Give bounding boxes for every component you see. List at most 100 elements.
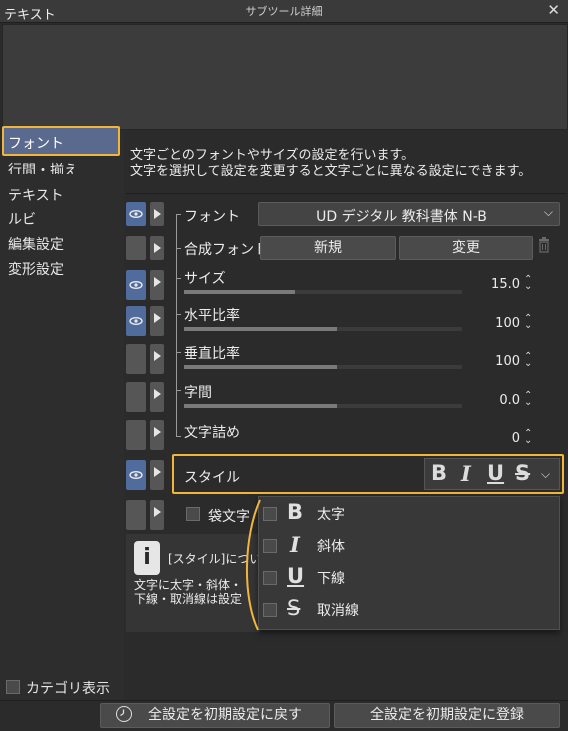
menu-item-strikethrough-label: 取消線 xyxy=(317,603,359,619)
category-item-line-spacing[interactable]: 行間・揃え xyxy=(8,160,78,174)
vertical-ratio-value[interactable]: 100 xyxy=(460,354,520,369)
size-expand-arrow[interactable] xyxy=(150,270,164,300)
description-line-1: 文字ごとのフォントやサイズの設定を行います。 xyxy=(130,148,415,163)
chevron-down-icon[interactable]: ⌵ xyxy=(541,467,550,482)
divider xyxy=(126,193,566,194)
horizontal-ratio-value[interactable]: 100 xyxy=(460,316,520,331)
horizontal-ratio-spinner[interactable]: ⌃ ⌄ xyxy=(524,314,532,331)
reset-all-button[interactable]: 全設定を初期設定に戻す xyxy=(100,703,330,728)
trash-icon[interactable] xyxy=(538,237,550,257)
preview-area xyxy=(2,24,568,130)
menu-item-underline-label: 下線 xyxy=(317,571,345,587)
tree-branch xyxy=(176,390,181,391)
style-visibility-toggle[interactable] xyxy=(126,460,146,490)
composite-font-expand-arrow[interactable] xyxy=(150,236,164,260)
size-label: サイズ xyxy=(184,271,226,287)
kerning-expand-arrow[interactable] xyxy=(150,420,164,450)
size-visibility-toggle[interactable] xyxy=(126,270,146,300)
underline-icon: U xyxy=(287,564,305,588)
bold-icon: B xyxy=(287,500,304,524)
font-select[interactable]: UD デジタル 教科書体 N-B ⌵ xyxy=(258,202,560,226)
spacing-slider-fill xyxy=(184,404,337,408)
menu-item-underline[interactable]: U 下線 xyxy=(259,561,559,593)
register-default-button[interactable]: 全設定を初期設定に登録 xyxy=(334,703,560,728)
vertical-ratio-spinner[interactable]: ⌃ ⌄ xyxy=(524,352,532,369)
category-item-ruby[interactable]: ルビ xyxy=(8,209,36,229)
close-icon[interactable]: ✕ xyxy=(547,1,560,19)
window-title: サブツール詳細 xyxy=(245,5,323,18)
tree-branch xyxy=(176,214,181,215)
show-category-label: カテゴリ表示 xyxy=(26,681,110,697)
description-line-2: 文字を選択して設定を変更すると文字ごとに異なる設定にできます。 xyxy=(130,164,532,179)
outline-visibility-toggle[interactable] xyxy=(126,500,146,530)
size-slider-fill xyxy=(184,290,296,294)
info-icon: i xyxy=(134,541,160,575)
menu-item-italic[interactable]: I 斜体 xyxy=(259,529,559,561)
kerning-value[interactable]: 0 xyxy=(460,431,520,446)
eye-icon xyxy=(129,210,143,218)
composite-font-new-button[interactable]: 新規 xyxy=(260,236,396,260)
category-description: 文字ごとのフォントやサイズの設定を行います。 文字を選択して設定を変更すると文字… xyxy=(130,148,562,180)
category-item-text[interactable]: テキスト xyxy=(8,185,64,205)
category-item-transform[interactable]: 変形設定 xyxy=(8,259,64,279)
reset-icon xyxy=(116,706,132,722)
menu-item-strikethrough[interactable]: S 取消線 xyxy=(259,593,559,625)
horizontal-ratio-slider-fill xyxy=(184,327,337,331)
tree-branch xyxy=(176,352,181,353)
composite-font-visibility-toggle[interactable] xyxy=(126,236,146,260)
horizontal-ratio-visibility-toggle[interactable] xyxy=(126,306,146,336)
eye-icon xyxy=(129,471,143,479)
size-spinner[interactable]: ⌃ ⌄ xyxy=(524,275,532,292)
tree-branch xyxy=(176,278,181,279)
kerning-spinner[interactable]: ⌃ ⌄ xyxy=(524,429,532,446)
outline-checkbox[interactable] xyxy=(186,507,200,521)
italic-icon[interactable]: I xyxy=(461,461,471,486)
bold-icon[interactable]: B xyxy=(431,461,447,485)
vertical-ratio-label: 垂直比率 xyxy=(184,346,240,362)
chevron-down-icon: ⌵ xyxy=(543,205,553,219)
horizontal-ratio-expand-arrow[interactable] xyxy=(150,306,164,336)
underline-icon[interactable]: U xyxy=(487,461,504,485)
strikethrough-icon: S xyxy=(287,596,301,620)
font-label: フォント xyxy=(184,209,240,225)
style-dropdown-menu: B 太字 I 斜体 U 下線 S 取消線 xyxy=(258,496,560,630)
vertical-ratio-slider[interactable] xyxy=(184,365,462,369)
menu-item-italic-label: 斜体 xyxy=(317,539,345,555)
strikethrough-icon[interactable]: S xyxy=(515,461,530,485)
italic-icon: I xyxy=(290,532,300,557)
horizontal-ratio-slider[interactable] xyxy=(184,327,462,331)
vertical-ratio-expand-arrow[interactable] xyxy=(150,344,164,374)
font-select-value: UD デジタル 教科書体 N-B xyxy=(316,209,487,225)
eye-icon xyxy=(129,281,143,289)
style-expand-arrow[interactable] xyxy=(150,460,164,490)
vertical-ratio-slider-fill xyxy=(184,365,337,369)
composite-font-change-button[interactable]: 変更 xyxy=(399,236,533,260)
font-visibility-toggle[interactable] xyxy=(126,202,146,226)
style-label: スタイル xyxy=(184,470,240,486)
spacing-value[interactable]: 0.0 xyxy=(460,393,520,408)
spacing-expand-arrow[interactable] xyxy=(150,382,164,412)
reset-all-label: 全設定を初期設定に戻す xyxy=(148,707,302,723)
category-item-edit[interactable]: 編集設定 xyxy=(8,234,64,254)
category-item-font[interactable]: フォント xyxy=(8,133,64,153)
outline-expand-arrow[interactable] xyxy=(150,500,164,530)
size-slider[interactable] xyxy=(184,290,462,294)
menu-item-bold[interactable]: B 太字 xyxy=(259,497,559,529)
show-category-checkbox[interactable] xyxy=(6,680,20,694)
tree-branch xyxy=(176,248,181,249)
style-toolbar[interactable]: B I U S ⌵ xyxy=(424,458,560,490)
spacing-spinner[interactable]: ⌃ ⌄ xyxy=(524,391,532,408)
vertical-ratio-visibility-toggle[interactable] xyxy=(126,344,146,374)
size-value[interactable]: 15.0 xyxy=(460,277,520,292)
font-expand-arrow[interactable] xyxy=(150,202,164,226)
kerning-label: 文字詰め xyxy=(184,425,240,441)
composite-font-label: 合成フォント xyxy=(184,242,268,258)
tree-branch xyxy=(176,436,181,437)
tree-branch xyxy=(176,314,181,315)
eye-icon xyxy=(129,317,143,325)
menu-item-bold-label: 太字 xyxy=(317,507,345,523)
spacing-visibility-toggle[interactable] xyxy=(126,382,146,412)
kerning-visibility-toggle[interactable] xyxy=(126,420,146,450)
horizontal-ratio-label: 水平比率 xyxy=(184,308,240,324)
spacing-slider[interactable] xyxy=(184,404,462,408)
